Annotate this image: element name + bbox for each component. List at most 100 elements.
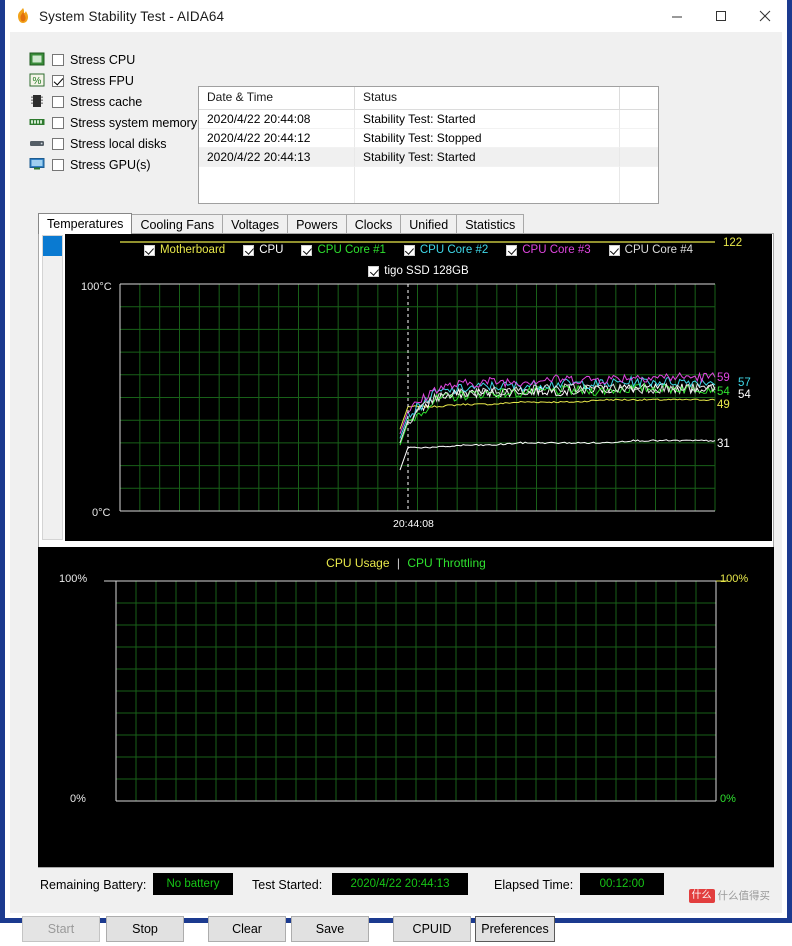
- stress-option-label: Stress local disks: [70, 137, 167, 151]
- legend-item-cpu-core-3[interactable]: CPU Core #3: [506, 244, 590, 256]
- status-bar: Remaining Battery: No battery Test Start…: [10, 873, 792, 901]
- stress-option-cpu[interactable]: Stress CPU: [29, 50, 194, 69]
- usage-chart-title: CPU Usage | CPU Throttling: [38, 556, 774, 570]
- table-header: Date & Time Status: [199, 87, 658, 110]
- cell-spacer: [620, 148, 658, 167]
- tab-clocks[interactable]: Clocks: [346, 214, 402, 234]
- percent-icon: %: [29, 73, 46, 88]
- graph-vertical-scrollbar[interactable]: [42, 235, 63, 540]
- column-header-status[interactable]: Status: [355, 87, 620, 109]
- table-row[interactable]: 2020/4/22 20:44:12 Stability Test: Stopp…: [199, 129, 658, 148]
- tab-label: Clocks: [355, 218, 393, 232]
- elapsed-time-value: 00:12:00: [580, 873, 664, 895]
- legend-checkbox[interactable]: [506, 245, 517, 256]
- button-row: Start Stop Clear Save CPUID Preferences: [10, 916, 792, 946]
- stress-option-label: Stress GPU(s): [70, 158, 151, 172]
- legend-label: CPU: [259, 244, 283, 256]
- application-window: System Stability Test - AIDA64: [0, 0, 792, 923]
- legend-item-cpu-core-1[interactable]: CPU Core #1: [301, 244, 385, 256]
- cpuid-button[interactable]: CPUID: [393, 916, 471, 942]
- legend-label: CPU Core #4: [625, 244, 693, 256]
- legend-checkbox[interactable]: [243, 245, 254, 256]
- value-label-cpu-core-3: 59: [717, 372, 730, 384]
- tab-label: Statistics: [465, 218, 515, 232]
- cpu-usage-chart[interactable]: CPU Usage | CPU Throttling 100% 0% 100% …: [38, 547, 774, 867]
- legend-item-cpu[interactable]: CPU: [243, 244, 283, 256]
- clear-button[interactable]: Clear: [208, 916, 286, 942]
- usage-axis-left-max: 100%: [59, 573, 87, 585]
- temp-axis-min-label: 0°C: [92, 507, 110, 519]
- test-started-label: Test Started:: [252, 878, 322, 892]
- button-label: Save: [316, 922, 345, 936]
- temp-x-tick-label: 20:44:08: [393, 518, 434, 530]
- temperature-chart[interactable]: Motherboard CPU CPU Core #1 CPU Core #2 …: [65, 234, 772, 541]
- close-icon[interactable]: [743, 0, 787, 32]
- stress-option-label: Stress cache: [70, 95, 142, 109]
- stress-fpu-checkbox[interactable]: [52, 75, 64, 87]
- stress-memory-checkbox[interactable]: [52, 117, 64, 129]
- temp-axis-max-label: 100°C: [81, 281, 112, 293]
- column-header-datetime[interactable]: Date & Time: [199, 87, 355, 109]
- legend-item-motherboard[interactable]: Motherboard: [144, 244, 225, 256]
- tab-label: Powers: [296, 218, 338, 232]
- legend-item-cpu-core-4[interactable]: CPU Core #4: [609, 244, 693, 256]
- stress-gpu-checkbox[interactable]: [52, 159, 64, 171]
- tab-unified[interactable]: Unified: [400, 214, 457, 234]
- stress-option-disks[interactable]: Stress local disks: [29, 134, 194, 153]
- watermark-badge: 什么: [689, 889, 715, 903]
- usage-axis-right-max: 100%: [720, 573, 748, 585]
- legend-checkbox[interactable]: [144, 245, 155, 256]
- usage-axis-right-min: 0%: [720, 793, 736, 805]
- tab-voltages[interactable]: Voltages: [222, 214, 288, 234]
- table-empty-row: [199, 186, 658, 204]
- save-button[interactable]: Save: [291, 916, 369, 942]
- tab-powers[interactable]: Powers: [287, 214, 347, 234]
- scrollbar-thumb[interactable]: [43, 236, 62, 256]
- tab-temperatures[interactable]: Temperatures: [38, 213, 132, 234]
- maximize-icon[interactable]: [699, 0, 743, 32]
- legend-item-tigo-ssd[interactable]: tigo SSD 128GB: [368, 265, 468, 277]
- stress-option-fpu[interactable]: % Stress FPU: [29, 71, 194, 90]
- battery-value: No battery: [153, 873, 233, 895]
- value-label-cpu: 54: [738, 389, 751, 401]
- legend-item-cpu-core-2[interactable]: CPU Core #2: [404, 244, 488, 256]
- button-label: Stop: [132, 922, 158, 936]
- stress-cpu-checkbox[interactable]: [52, 54, 64, 66]
- legend-checkbox[interactable]: [404, 245, 415, 256]
- legend-checkbox[interactable]: [301, 245, 312, 256]
- tab-statistics[interactable]: Statistics: [456, 214, 524, 234]
- stress-disks-checkbox[interactable]: [52, 138, 64, 150]
- legend-label: Motherboard: [160, 244, 225, 256]
- legend-label: tigo SSD 128GB: [384, 265, 468, 277]
- svg-text:%: %: [33, 76, 42, 87]
- value-label-tigo-ssd: 31: [717, 438, 730, 450]
- tab-bar: Temperatures Cooling Fans Voltages Power…: [38, 213, 523, 234]
- stress-cache-checkbox[interactable]: [52, 96, 64, 108]
- stop-button[interactable]: Stop: [106, 916, 184, 942]
- legend-checkbox[interactable]: [609, 245, 620, 256]
- value-label-cpu-core-2: 57: [738, 377, 751, 389]
- preferences-button[interactable]: Preferences: [475, 916, 555, 942]
- legend-label: CPU Core #1: [317, 244, 385, 256]
- legend-checkbox[interactable]: [368, 266, 379, 277]
- memory-module-icon: [29, 115, 46, 130]
- table-row[interactable]: 2020/4/22 20:44:08 Stability Test: Start…: [199, 110, 658, 129]
- top-section: Stress CPU % Stress FPU: [10, 32, 792, 177]
- stress-options-list: Stress CPU % Stress FPU: [29, 50, 194, 176]
- stress-option-label: Stress system memory: [70, 116, 197, 130]
- battery-label: Remaining Battery:: [40, 878, 146, 892]
- column-header-spacer: [620, 87, 658, 109]
- cell-status: Stability Test: Started: [355, 110, 620, 129]
- title-bar: System Stability Test - AIDA64: [5, 0, 787, 32]
- usage-title-cpu-throttling: CPU Throttling: [407, 556, 485, 570]
- stress-option-gpu[interactable]: Stress GPU(s): [29, 155, 194, 174]
- value-label-motherboard: 49: [717, 399, 730, 411]
- stability-log-table[interactable]: Date & Time Status 2020/4/22 20:44:08 St…: [198, 86, 659, 204]
- temperature-chart-legend-row2: tigo SSD 128GB: [65, 265, 772, 277]
- minimize-icon[interactable]: [655, 0, 699, 32]
- table-row[interactable]: 2020/4/22 20:44:13 Stability Test: Start…: [199, 148, 658, 167]
- tab-cooling-fans[interactable]: Cooling Fans: [131, 214, 223, 234]
- stress-option-cache[interactable]: Stress cache: [29, 92, 194, 111]
- stress-option-memory[interactable]: Stress system memory: [29, 113, 194, 132]
- start-button[interactable]: Start: [22, 916, 100, 942]
